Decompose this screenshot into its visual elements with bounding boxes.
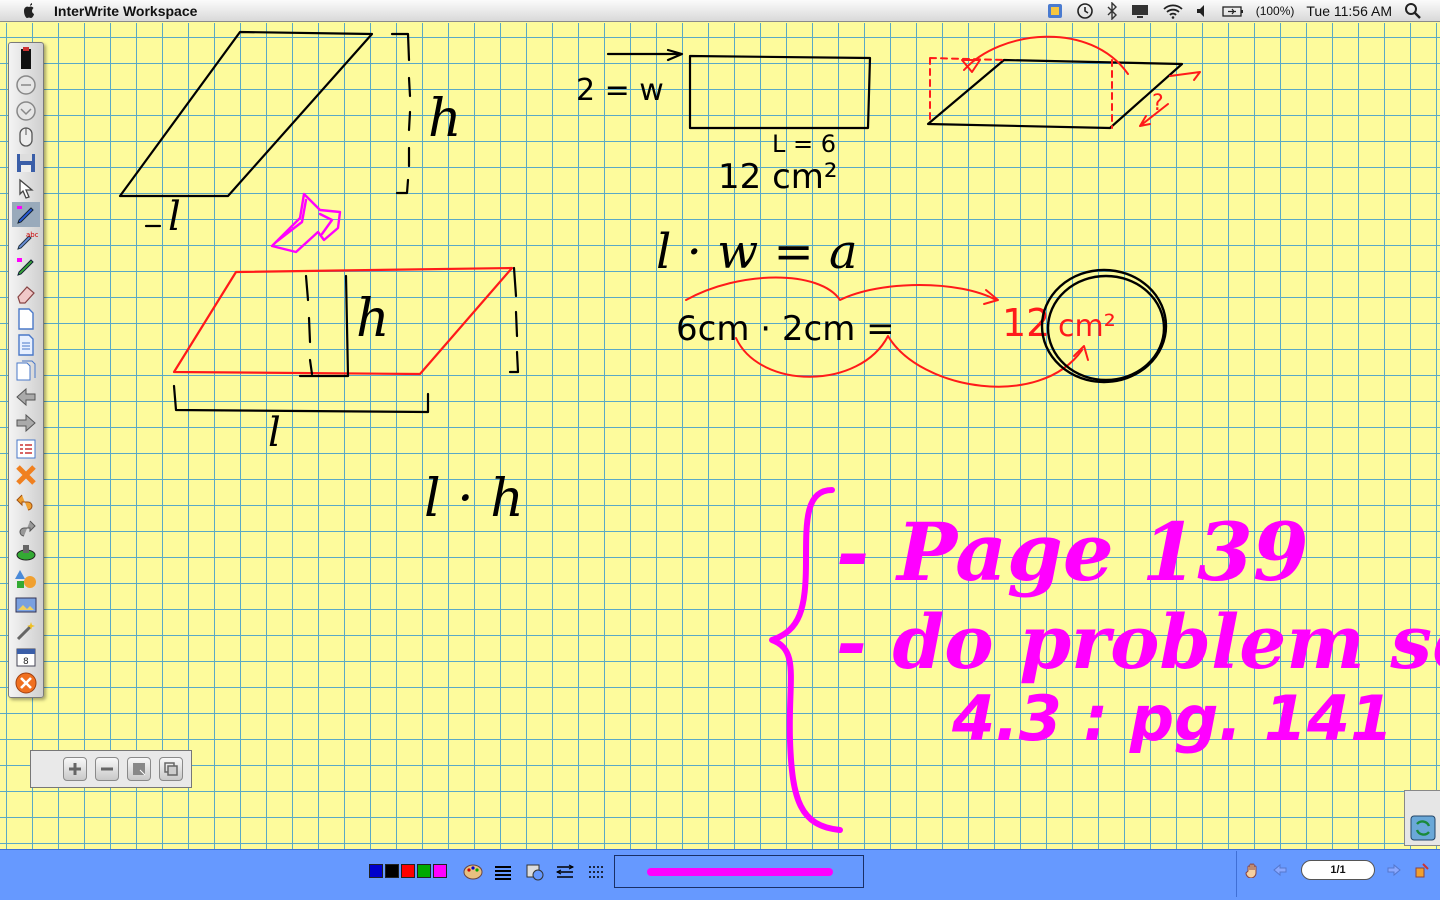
- bluetooth-icon[interactable]: [1106, 1, 1118, 20]
- volume-icon[interactable]: [1196, 2, 1210, 20]
- app-title[interactable]: InterWrite Workspace: [54, 3, 197, 19]
- pages-icon[interactable]: [12, 358, 40, 383]
- l-times-h: l · h: [424, 469, 524, 529]
- calendar-icon[interactable]: 8: [12, 644, 40, 669]
- page-tools-icon[interactable]: [1413, 861, 1431, 879]
- calc-left: 6cm · 2cm =: [676, 309, 895, 349]
- app-status-icon[interactable]: [1046, 2, 1064, 20]
- whiteboard-canvas[interactable]: h l h l l · h 2 = w L = 6 12 cm² ? l · w…: [0, 23, 1440, 849]
- page-sorter-icon[interactable]: [12, 436, 40, 461]
- mouse-icon[interactable]: [12, 124, 40, 149]
- svg-text:8: 8: [23, 657, 29, 667]
- bottom-toolbar: 1/1: [0, 849, 1440, 900]
- homework-line-1: - Page 139: [836, 505, 1309, 599]
- prev-page-arrow-icon[interactable]: [1271, 861, 1289, 879]
- magenta-arrow: [270, 192, 342, 254]
- homework-line-3: 4.3 : pg. 141: [951, 682, 1393, 755]
- save-icon[interactable]: [12, 150, 40, 175]
- zoom-in-icon[interactable]: [63, 757, 87, 781]
- color-swatches: [369, 864, 447, 878]
- menu-bar: InterWrite Workspace (100%) Tue 11:56 AM: [0, 0, 1440, 22]
- homework-brace: [769, 487, 843, 833]
- h-label-top: h: [428, 89, 462, 149]
- circle-outline-icon[interactable]: [12, 98, 40, 123]
- transparency-icon[interactable]: [524, 862, 546, 882]
- l-label-top: l: [168, 194, 181, 240]
- line-style-icon[interactable]: [554, 862, 576, 882]
- ink-layer: h l h l l · h 2 = w L = 6 12 cm² ? l · w…: [118, 30, 1440, 833]
- magic-wand-icon[interactable]: [12, 618, 40, 643]
- shapes-icon[interactable]: [12, 566, 40, 591]
- page-indicator[interactable]: 1/1: [1301, 860, 1375, 880]
- eraser-icon[interactable]: [12, 280, 40, 305]
- svg-text:abc: abc: [26, 231, 38, 239]
- text-pen-icon[interactable]: abc: [12, 228, 40, 253]
- close-icon[interactable]: [12, 670, 40, 695]
- L-equation: L = 6: [772, 130, 836, 158]
- apple-menu-icon[interactable]: [18, 2, 40, 20]
- wifi-icon[interactable]: [1162, 2, 1184, 20]
- hand-icon[interactable]: [1243, 861, 1261, 879]
- battery-icon[interactable]: [1222, 2, 1244, 20]
- spotlight-icon[interactable]: [1404, 2, 1422, 20]
- display-icon[interactable]: [1130, 2, 1150, 20]
- zoom-out-icon[interactable]: [95, 757, 119, 781]
- image-icon[interactable]: [12, 592, 40, 617]
- new-page-icon[interactable]: [12, 306, 40, 331]
- page-navigator: 1/1: [1236, 851, 1440, 897]
- palette-icon[interactable]: [462, 862, 484, 882]
- copy-icon[interactable]: [159, 757, 183, 781]
- swatch-blue[interactable]: [369, 864, 383, 878]
- w-equation: 2 = w: [576, 73, 664, 108]
- swatch-black[interactable]: [385, 864, 399, 878]
- pen-preview[interactable]: [614, 855, 864, 888]
- recycle-button[interactable]: [1404, 790, 1440, 846]
- clear-icon[interactable]: [12, 462, 40, 487]
- circle-icon[interactable]: [12, 72, 40, 97]
- clock[interactable]: Tue 11:56 AM: [1306, 3, 1392, 19]
- l-label-mid: l: [268, 410, 281, 456]
- note-icon[interactable]: [127, 757, 151, 781]
- spotlight-tool-icon[interactable]: [12, 540, 40, 565]
- time-machine-icon[interactable]: [1076, 2, 1094, 20]
- area-rect: 12 cm²: [718, 157, 838, 197]
- page-icon[interactable]: [12, 332, 40, 357]
- question-mark: ?: [1152, 91, 1164, 116]
- pen-holder-icon[interactable]: [12, 46, 40, 71]
- recycle-icon: [1410, 815, 1435, 841]
- pen-preview-stroke: [647, 868, 833, 876]
- previous-page-icon[interactable]: [12, 384, 40, 409]
- battery-percent: (100%): [1255, 3, 1295, 18]
- h-label-mid: h: [356, 289, 390, 349]
- undo-icon[interactable]: [12, 488, 40, 513]
- tool-palette: abc 8: [8, 42, 44, 698]
- swatch-magenta[interactable]: [433, 864, 447, 878]
- zoom-palette: [30, 750, 192, 788]
- select-arrow-icon[interactable]: [12, 176, 40, 201]
- calc-result-unit: cm²: [1058, 309, 1116, 344]
- homework-line-2: - do problem set: [836, 600, 1440, 686]
- next-page-icon[interactable]: [12, 410, 40, 435]
- area-formula: l · w = a: [656, 224, 858, 280]
- parallelogram-top: [118, 30, 412, 228]
- swatch-red[interactable]: [401, 864, 415, 878]
- redo-icon[interactable]: [12, 514, 40, 539]
- highlighter-icon[interactable]: [12, 254, 40, 279]
- parallelogram-red: [172, 266, 514, 376]
- swatch-green[interactable]: [417, 864, 431, 878]
- line-width-icon[interactable]: [492, 862, 514, 882]
- pen-icon[interactable]: [12, 202, 40, 227]
- next-page-arrow-icon[interactable]: [1385, 861, 1403, 879]
- dash-style-icon[interactable]: [586, 862, 608, 882]
